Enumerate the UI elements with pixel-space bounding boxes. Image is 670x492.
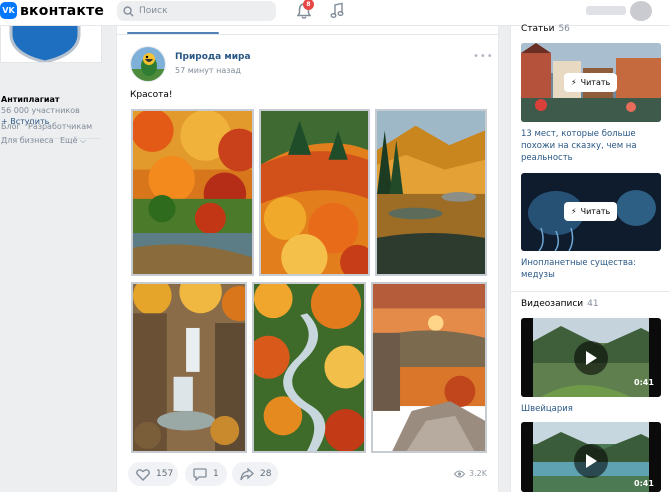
logo-text: вконтакте: [20, 2, 105, 19]
waterfall-icon: [133, 284, 245, 451]
eye-icon: [454, 470, 465, 477]
lightning-icon: ⚡: [571, 207, 577, 216]
river-icon: [254, 284, 364, 451]
comment-count: 1: [213, 469, 219, 479]
post-time[interactable]: 57 минут назад: [175, 66, 241, 75]
post-photo[interactable]: [252, 282, 366, 453]
search-box[interactable]: [117, 1, 276, 21]
views-count: 3.2K: [469, 469, 487, 478]
post-photo[interactable]: [259, 109, 370, 276]
vk-logo-icon: VK: [0, 2, 17, 19]
read-label: Читать: [580, 78, 611, 87]
footer-link-business[interactable]: Для бизнеса: [1, 136, 54, 145]
articles-title[interactable]: Статьи 56: [521, 24, 570, 34]
videos-title-label: Видеозаписи: [521, 299, 584, 309]
post-photo[interactable]: [375, 109, 487, 276]
group-cover[interactable]: [0, 26, 102, 63]
right-sidebar: Статьи 56 ⚡ Читать 13 мест, которые больше…: [510, 24, 670, 492]
vk-logo[interactable]: VK вконтакте: [0, 2, 104, 19]
group-name[interactable]: Антиплагиат: [1, 95, 60, 104]
share-button[interactable]: 28: [232, 462, 278, 486]
play-icon[interactable]: [574, 341, 608, 375]
search-icon: [123, 5, 134, 17]
read-button[interactable]: ⚡ Читать: [564, 73, 618, 92]
post-author[interactable]: Природа мира: [175, 52, 251, 62]
post-text: Красота!: [130, 90, 173, 100]
play-icon[interactable]: [574, 444, 608, 478]
post-photo[interactable]: [131, 109, 254, 276]
comment-icon: [193, 467, 207, 481]
footer-link-developers[interactable]: Разработчикам: [28, 122, 92, 131]
videos-count: 41: [587, 299, 599, 309]
user-name-blurred[interactable]: [586, 6, 626, 15]
article-caption[interactable]: 13 мест, которые больше похожи на сказку…: [521, 128, 661, 164]
divider: [511, 291, 670, 292]
music-icon[interactable]: [330, 2, 344, 19]
divider: [117, 34, 500, 35]
more-options-icon[interactable]: •••: [473, 51, 494, 62]
share-count: 28: [260, 469, 272, 479]
autumn-hills-icon: [261, 111, 368, 274]
search-input[interactable]: [139, 6, 269, 16]
like-count: 157: [156, 469, 174, 479]
shield-icon: [9, 26, 81, 62]
post-avatar[interactable]: [130, 46, 166, 82]
videos-title[interactable]: Видеозаписи 41: [521, 299, 599, 309]
notifications-badge: 8: [303, 0, 314, 10]
video-duration: 0:41: [634, 378, 654, 387]
post-photo[interactable]: [371, 282, 487, 453]
sunset-rock-icon: [373, 284, 485, 451]
articles-count: 56: [558, 24, 570, 34]
article-caption[interactable]: Инопланетные существа: медузы: [521, 257, 661, 281]
heart-icon: [136, 468, 150, 481]
post-photo[interactable]: [131, 282, 247, 453]
comment-button[interactable]: 1: [185, 462, 227, 486]
video-caption[interactable]: Швейцария: [521, 403, 661, 415]
group-members: 56 000 участников: [1, 106, 80, 115]
news-feed: Природа мира 57 минут назад ••• Красота!: [116, 26, 500, 492]
footer-link-blog[interactable]: Блог: [1, 122, 21, 131]
views-counter: 3.2K: [454, 469, 487, 478]
articles-title-label: Статьи: [521, 24, 555, 34]
like-button[interactable]: 157: [128, 462, 178, 486]
share-icon: [240, 467, 254, 480]
top-header: VK вконтакте 8: [0, 0, 670, 26]
video-duration: 0:41: [634, 479, 654, 488]
lightning-icon: ⚡: [571, 78, 577, 87]
read-button[interactable]: ⚡ Читать: [564, 202, 618, 221]
autumn-forest-icon: [133, 111, 252, 274]
read-label: Читать: [580, 207, 611, 216]
user-avatar[interactable]: [630, 1, 652, 21]
lake-reflection-icon: [377, 111, 485, 274]
footer-link-more[interactable]: Ещё ⌵: [60, 136, 86, 146]
